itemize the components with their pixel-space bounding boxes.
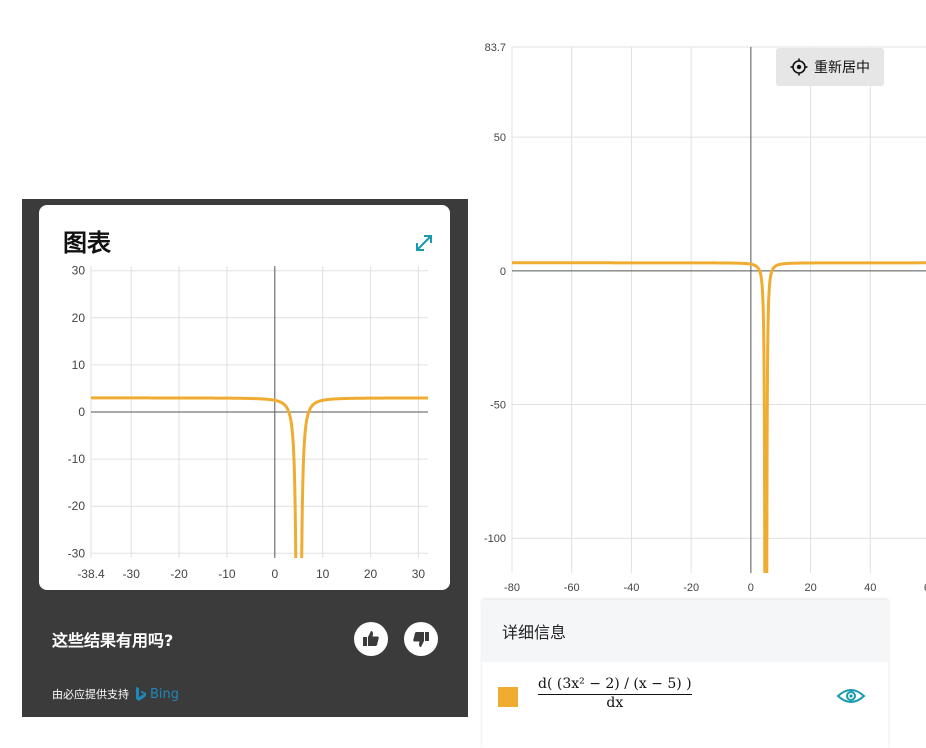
eye-icon[interactable]: [836, 686, 866, 706]
y-tick-label: 20: [72, 311, 86, 325]
x-tick-label: -40: [623, 582, 639, 594]
thumbs-up-icon: [363, 631, 379, 646]
thumbs-up-button[interactable]: [354, 622, 388, 656]
y-tick-label: 10: [72, 358, 86, 372]
large-graph[interactable]: -80-60-40-20020406083.7500-50-100: [468, 40, 926, 600]
x-tick-label: -20: [170, 567, 188, 581]
y-tick-label: 50: [494, 132, 506, 144]
expand-icon[interactable]: [414, 233, 434, 253]
thumbs-down-button[interactable]: [404, 622, 438, 656]
feedback-question: 这些结果有用吗?: [52, 631, 174, 650]
x-tick-label: 40: [864, 582, 876, 594]
x-tick-label: 10: [316, 567, 330, 581]
x-tick-label: 0: [271, 567, 278, 581]
y-tick-label: -30: [68, 546, 86, 560]
y-tick-label: -100: [484, 533, 506, 545]
y-tick-label: 0: [500, 266, 506, 278]
y-tick-label: -10: [68, 452, 86, 466]
y-tick-label: 83.7: [485, 42, 506, 54]
y-tick-label: -50: [490, 400, 506, 412]
x-tick-label: -60: [564, 582, 580, 594]
recenter-icon: [790, 58, 808, 76]
x-tick-label: -10: [218, 567, 236, 581]
formula: d( (3x² − 2) / (x − 5) ) dx: [538, 676, 692, 711]
small-graph[interactable]: -38.4 -30 -20 -10 0 10 20 30 30 20 10 0 -10 -20 -30: [39, 205, 450, 590]
y-tick-label: 0: [78, 405, 85, 419]
curve-left-branch: [512, 261, 767, 574]
formula-denominator: dx: [606, 695, 624, 711]
powered-by: 由必应提供支持 Bing: [52, 686, 179, 702]
x-tick-label: 30: [412, 567, 426, 581]
card-title: 图表: [63, 229, 111, 257]
details-title: 详细信息: [502, 623, 567, 642]
recenter-button[interactable]: 重新居中: [776, 48, 884, 86]
function-row: d( (3x² − 2) / (x − 5) ) dx: [482, 662, 888, 748]
powered-by-text: 由必应提供支持: [52, 688, 129, 701]
x-tick-label: 20: [804, 582, 816, 594]
recenter-label: 重新居中: [814, 60, 870, 76]
curve-left-branch: [91, 396, 298, 559]
x-tick-label: -20: [683, 582, 699, 594]
y-tick-label: -20: [68, 499, 86, 513]
thumbs-down-icon: [413, 632, 429, 647]
x-tick-label: 0: [748, 582, 754, 594]
details-header: 详细信息: [482, 600, 888, 662]
formula-numerator: d( (3x² − 2) / (x − 5) ): [538, 676, 692, 692]
series-color-swatch: [498, 687, 518, 707]
details-panel: 详细信息 d( (3x² − 2) / (x − 5) ) dx: [482, 600, 888, 748]
bing-logo-icon: [136, 687, 146, 701]
x-tick-label: -38.4: [77, 567, 105, 581]
x-tick-label: 20: [364, 567, 378, 581]
x-tick-label: -30: [123, 567, 141, 581]
bing-logo[interactable]: Bing: [135, 686, 179, 702]
curve-right-branch: [300, 396, 429, 559]
curve-right-branch: [765, 261, 926, 574]
y-tick-label: 30: [72, 264, 86, 278]
result-panel: -38.4 -30 -20 -10 0 10 20 30 30 20 10 0 -10 -20 -30 图表…: [22, 199, 468, 717]
graph-card: -38.4 -30 -20 -10 0 10 20 30 30 20 10 0 -10 -20 -30 图表: [39, 205, 450, 590]
x-tick-label: -80: [504, 582, 520, 594]
bing-label: Bing: [150, 686, 180, 702]
